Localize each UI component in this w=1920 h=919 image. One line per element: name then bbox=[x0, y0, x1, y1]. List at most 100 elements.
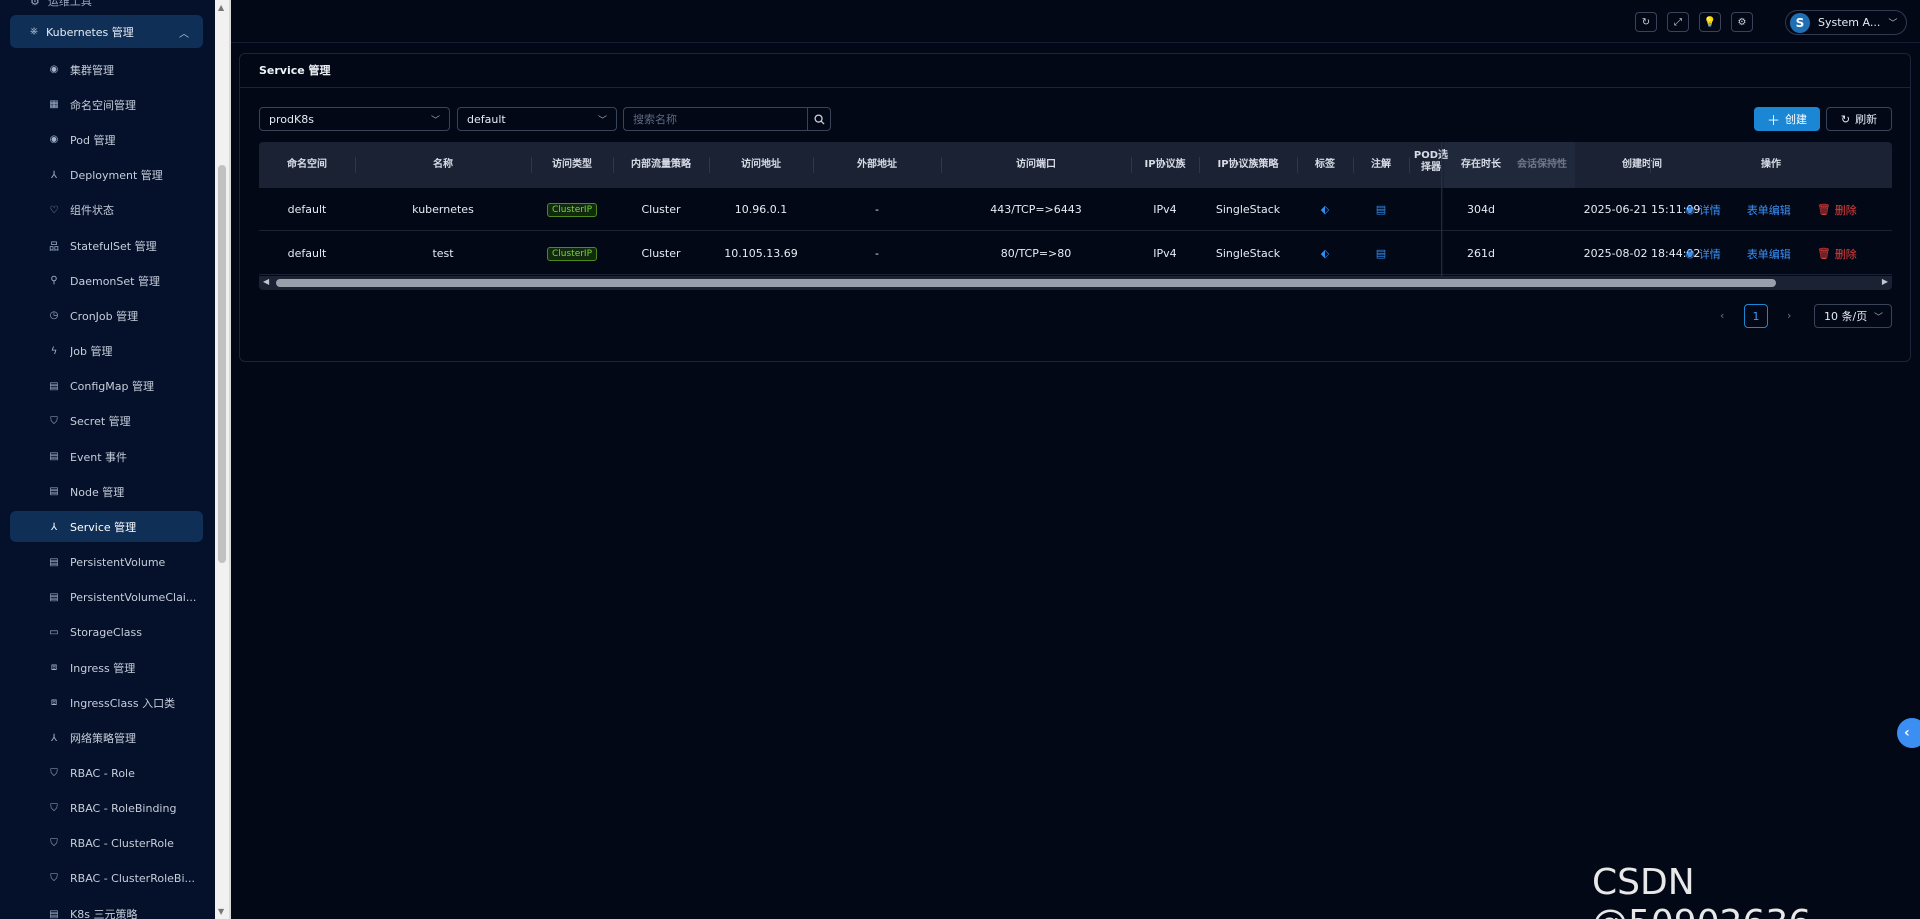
sidebar-item[interactable]: ⅄ Deployment 管理 bbox=[0, 158, 215, 193]
sidebar-item[interactable]: ◉ 集群管理 bbox=[0, 52, 215, 87]
sidebar-item[interactable]: ▤ K8s 三元策略 bbox=[0, 897, 215, 919]
heart-icon: ♡ bbox=[49, 204, 59, 216]
sidebar-item-label: 组件状态 bbox=[70, 204, 114, 218]
scroll-down-icon[interactable]: ▼ bbox=[218, 907, 224, 916]
sidebar-item-label: RBAC - Role bbox=[70, 766, 135, 780]
col-pod-selector: POD选择器 bbox=[1413, 150, 1449, 173]
sidebar-item[interactable]: 品 StatefulSet 管理 bbox=[0, 228, 215, 263]
sidebar-item-label: Job 管理 bbox=[70, 345, 113, 359]
sidebar-item-label: 集群管理 bbox=[70, 63, 114, 77]
sidebar-item-label: RBAC - RoleBinding bbox=[70, 802, 177, 816]
kubernetes-icon: ⎈ bbox=[30, 26, 38, 37]
refresh-icon: ↻ bbox=[1840, 112, 1851, 126]
sidebar-item[interactable]: ▤ ConfigMap 管理 bbox=[0, 369, 215, 404]
col-traffic-policy: 内部流量策略 bbox=[631, 159, 691, 170]
sidebar-scrollbar[interactable]: ▲ ▼ bbox=[215, 0, 229, 919]
scroll-left-icon[interactable]: ◀ bbox=[263, 277, 269, 286]
scroll-right-icon[interactable]: ▶ bbox=[1882, 277, 1888, 286]
sidebar-item[interactable]: ϟ Job 管理 bbox=[0, 334, 215, 369]
cell-labels[interactable]: ⬖ bbox=[1297, 232, 1353, 275]
sidebar-item[interactable]: ▤ Node 管理 bbox=[0, 474, 215, 509]
sidebar-item[interactable]: ⧈ Ingress 管理 bbox=[0, 650, 215, 685]
type-badge: ClusterIP bbox=[546, 246, 598, 261]
sidebar-item[interactable]: ♡ 组件状态 bbox=[0, 193, 215, 228]
page-size-select[interactable]: 10 条/页 ﹀ bbox=[1814, 304, 1892, 328]
sidebar-item[interactable]: ▤ Event 事件 bbox=[0, 439, 215, 474]
delete-button[interactable]: 🗑 删除 bbox=[1817, 246, 1857, 262]
refresh-button[interactable]: ↻ 刷新 bbox=[1826, 107, 1892, 131]
delete-button[interactable]: 🗑 删除 bbox=[1817, 202, 1857, 218]
col-ports: 访问端口 bbox=[1016, 159, 1056, 170]
sidebar-item[interactable]: ◉ Pod 管理 bbox=[0, 122, 215, 157]
sidebar-item-label: Ingress 管理 bbox=[70, 661, 136, 675]
cell-namespace: default bbox=[287, 247, 327, 260]
tag-icon[interactable]: ⬖ bbox=[1321, 247, 1329, 260]
cell-address: 10.105.13.69 bbox=[724, 247, 798, 260]
search-button[interactable] bbox=[807, 107, 831, 131]
detail-button[interactable]: ◉ 详情 bbox=[1685, 202, 1721, 218]
chevron-down-icon: ﹀ bbox=[1888, 19, 1898, 29]
create-button[interactable]: ＋ 创建 bbox=[1754, 107, 1820, 131]
document-icon[interactable]: ▤ bbox=[1376, 247, 1386, 260]
shield-icon: ⛉ bbox=[50, 803, 58, 815]
sidebar-item-partial[interactable]: ⚙ 运维工具 bbox=[30, 0, 92, 9]
sidebar-item[interactable]: ◷ CronJob 管理 bbox=[0, 298, 215, 333]
sidebar-group-kubernetes[interactable]: ⎈ Kubernetes 管理 ︿ bbox=[10, 15, 203, 48]
shield-icon: ⛉ bbox=[50, 415, 58, 427]
cell-age: 304d bbox=[1467, 203, 1495, 216]
col-family: IP协议族 bbox=[1144, 159, 1186, 170]
settings-button[interactable]: ⚙ bbox=[1731, 12, 1753, 32]
sidebar-item-label: StatefulSet 管理 bbox=[70, 239, 157, 253]
divider bbox=[229, 0, 231, 919]
sidebar-item[interactable]: ⛉ RBAC - RoleBinding bbox=[0, 791, 215, 826]
grid-icon: ▦ bbox=[49, 99, 59, 111]
cell-annotations[interactable]: ▤ bbox=[1353, 188, 1409, 231]
next-page-button[interactable]: › bbox=[1787, 309, 1791, 322]
cell-annotations[interactable]: ▤ bbox=[1353, 232, 1409, 275]
tag-icon[interactable]: ⬖ bbox=[1321, 203, 1329, 216]
sidebar-item-label: PersistentVolumeClai... bbox=[70, 590, 197, 604]
deployment-icon: ⅄ bbox=[50, 169, 58, 181]
tips-button[interactable]: 💡 bbox=[1699, 12, 1721, 32]
sidebar-item[interactable]: ▤ PersistentVolumeClai... bbox=[0, 580, 215, 615]
sidebar-item[interactable]: ⛉ RBAC - ClusterRole bbox=[0, 826, 215, 861]
table-horizontal-scrollbar[interactable]: ◀ ▶ bbox=[259, 276, 1892, 290]
sidebar-item[interactable]: ⅄ Service 管理 bbox=[0, 509, 215, 544]
table-row: default test ClusterIP Cluster 10.105.13.69 -… bbox=[259, 232, 1892, 275]
sidebar-item[interactable]: ⛉ Secret 管理 bbox=[0, 404, 215, 439]
detail-button[interactable]: ◉ 详情 bbox=[1685, 246, 1721, 262]
scrollbar-thumb[interactable] bbox=[218, 165, 226, 563]
bolt-icon: ϟ bbox=[50, 345, 58, 357]
service-table: 命名空间 名称 访问类型 内部流量策略 访问地址 外部地址 访问端口 IP协议族… bbox=[259, 142, 1892, 290]
collapse-panel-button[interactable]: ‹ bbox=[1897, 718, 1920, 748]
sidebar-item[interactable]: ⧈ IngressClass 入口类 bbox=[0, 685, 215, 720]
sidebar-item[interactable]: ⛉ RBAC - Role bbox=[0, 756, 215, 791]
sidebar-item[interactable]: ▭ StorageClass bbox=[0, 615, 215, 650]
fullscreen-button[interactable]: ⤢ bbox=[1667, 12, 1689, 32]
sidebar-item[interactable]: ▦ 命名空间管理 bbox=[0, 87, 215, 122]
sidebar-item-label: DaemonSet 管理 bbox=[70, 274, 160, 288]
network-icon: ⅄ bbox=[50, 521, 58, 533]
page-number-1[interactable]: 1 bbox=[1744, 304, 1768, 328]
scrollbar-thumb[interactable] bbox=[276, 279, 1776, 287]
shield-icon: ⛉ bbox=[50, 838, 58, 850]
sidebar-item[interactable]: ⅄ 网络策略管理 bbox=[0, 721, 215, 756]
prev-page-button[interactable]: ‹ bbox=[1720, 309, 1724, 322]
form-edit-button[interactable]: 表单编辑 bbox=[1747, 246, 1791, 262]
search-input[interactable] bbox=[623, 107, 807, 131]
document-icon[interactable]: ▤ bbox=[1376, 203, 1386, 216]
scroll-up-icon[interactable]: ▲ bbox=[218, 3, 224, 12]
sidebar-item[interactable]: ⛉ RBAC - ClusterRoleBi... bbox=[0, 861, 215, 896]
sidebar-item-label: IngressClass 入口类 bbox=[70, 696, 176, 710]
sidebar-item[interactable]: ⚲ DaemonSet 管理 bbox=[0, 263, 215, 298]
refresh-page-button[interactable]: ↻ bbox=[1635, 12, 1657, 32]
cluster-select[interactable]: prodK8s ﹀ bbox=[259, 107, 450, 131]
sidebar-item[interactable]: ▤ PersistentVolume bbox=[0, 545, 215, 580]
form-edit-button[interactable]: 表单编辑 bbox=[1747, 202, 1791, 218]
namespace-select[interactable]: default ﹀ bbox=[457, 107, 617, 131]
user-menu[interactable]: S System A... ﹀ bbox=[1785, 10, 1907, 35]
settings-icon: ⚙ bbox=[1737, 16, 1747, 28]
chevron-down-icon: ﹀ bbox=[1873, 313, 1883, 323]
chevron-down-icon: ﹀ bbox=[597, 116, 607, 126]
cell-labels[interactable]: ⬖ bbox=[1297, 188, 1353, 231]
